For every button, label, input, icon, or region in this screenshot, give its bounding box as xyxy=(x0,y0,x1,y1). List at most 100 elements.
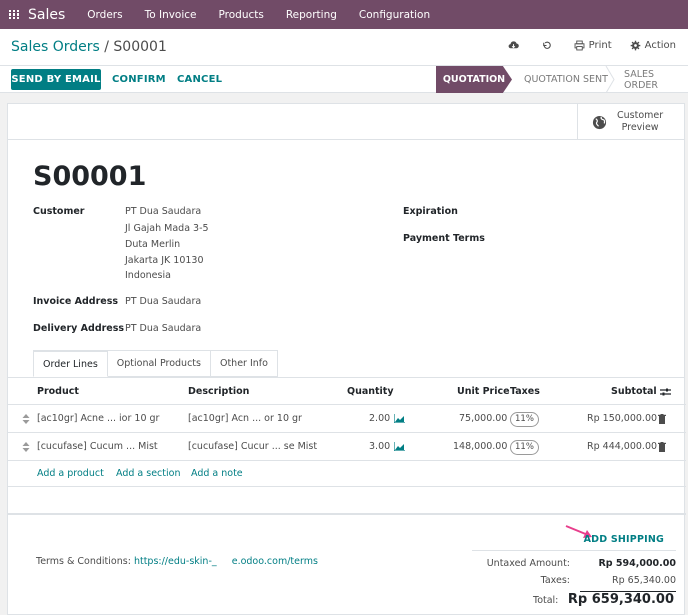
customer-line-2: Jl Gajah Mada 3-5 xyxy=(125,223,209,234)
invoice-address-field[interactable]: PT Dua Saudara xyxy=(125,296,201,307)
untaxed-amount-value: Rp 594,000.00 xyxy=(598,558,676,569)
tax-badge: 11% xyxy=(510,440,539,455)
row-tax[interactable]: 11% xyxy=(510,433,539,461)
row-description[interactable]: [ac10gr] Acn ... or 10 gr xyxy=(188,405,302,433)
breadcrumb-separator: / xyxy=(104,39,109,55)
taxes-label: Taxes: xyxy=(540,575,570,586)
forecast-chart-icon[interactable] xyxy=(393,405,405,433)
tab-order-lines[interactable]: Order Lines xyxy=(33,350,108,377)
delivery-address-field[interactable]: PT Dua Saudara xyxy=(125,323,201,334)
stage-quotation[interactable]: QUOTATION xyxy=(436,66,512,93)
row-quantity[interactable]: 3.00 xyxy=(369,433,390,461)
order-lines-header: Product Description Quantity Unit Price … xyxy=(8,378,686,405)
statusbar: SEND BY EMAIL CONFIRM CANCEL QUOTATION Q… xyxy=(0,66,688,93)
customer-preview-button[interactable]: Customer Preview xyxy=(577,104,684,140)
add-note-link[interactable]: Add a note xyxy=(191,460,243,487)
smart-button-box: Customer Preview xyxy=(8,104,684,140)
send-by-email-button[interactable]: SEND BY EMAIL xyxy=(11,69,101,90)
col-unit-price[interactable]: Unit Price xyxy=(457,378,510,405)
col-description[interactable]: Description xyxy=(188,378,249,405)
app-name[interactable]: Sales xyxy=(28,7,65,23)
untaxed-amount-row: Untaxed Amount: Rp 594,000.00 xyxy=(472,555,676,572)
customer-preview-line1: Customer xyxy=(617,110,664,121)
menu-configuration[interactable]: Configuration xyxy=(359,9,430,21)
table-row[interactable]: [ac10gr] Acne ... ior 10 gr [ac10gr] Acn… xyxy=(8,405,686,433)
column-settings-icon[interactable] xyxy=(660,378,671,405)
row-subtotal: Rp 150,000.00 xyxy=(587,413,658,424)
customer-preview-line2: Preview xyxy=(621,122,659,133)
tax-badge: 11% xyxy=(510,412,539,427)
trash-icon[interactable] xyxy=(658,405,666,433)
menu-products[interactable]: Products xyxy=(219,9,264,21)
add-section-link[interactable]: Add a section xyxy=(116,460,180,487)
row-quantity[interactable]: 2.00 xyxy=(369,405,390,433)
payment-terms-label: Payment Terms xyxy=(403,233,485,244)
action-label: Action xyxy=(644,40,676,51)
taxes-row: Taxes: Rp 65,340.00 xyxy=(472,572,676,589)
table-row[interactable]: [cucufase] Cucum ... Mist [cucufase] Cuc… xyxy=(8,433,686,461)
terms-label: Terms & Conditions: xyxy=(36,556,131,567)
tab-optional-products[interactable]: Optional Products xyxy=(107,350,211,377)
empty-row xyxy=(8,487,686,514)
customer-line-1[interactable]: PT Dua Saudara xyxy=(125,206,201,217)
col-quantity[interactable]: Quantity xyxy=(347,378,394,405)
menu-orders[interactable]: Orders xyxy=(87,9,122,21)
action-button[interactable]: Action xyxy=(630,40,676,51)
row-unit-price[interactable]: 75,000.00 xyxy=(459,405,507,433)
stage-sales-order[interactable]: SALES ORDER xyxy=(624,66,688,93)
menu-reporting[interactable]: Reporting xyxy=(286,9,337,21)
breadcrumb: Sales Orders / S00001 xyxy=(11,39,167,55)
row-product[interactable]: [ac10gr] Acne ... ior 10 gr xyxy=(37,405,159,433)
delivery-address-label: Delivery Address xyxy=(33,323,125,334)
add-product-link[interactable]: Add a product xyxy=(37,460,104,487)
col-taxes[interactable]: Taxes xyxy=(510,378,540,405)
control-panel-actions: Print Action xyxy=(490,40,676,51)
invoice-address-label: Invoice Address xyxy=(33,296,119,307)
form-sheet: Customer Preview S00001 Customer PT Dua … xyxy=(7,103,686,615)
row-product[interactable]: [cucufase] Cucum ... Mist xyxy=(37,433,158,461)
add-shipping-button[interactable]: ADD SHIPPING xyxy=(584,534,664,545)
stage-separator-icon xyxy=(605,66,615,93)
stage-quotation-sent[interactable]: QUOTATION SENT xyxy=(524,66,608,93)
confirm-button[interactable]: CONFIRM xyxy=(112,69,166,90)
terms-link[interactable]: https://edu-skin-_ e.odoo.com/terms xyxy=(134,556,318,567)
total-value: Rp 659,340.00 xyxy=(567,592,674,607)
terms-and-conditions: Terms & Conditions: https://edu-skin-_ e… xyxy=(36,556,318,567)
customer-line-3: Duta Merlin xyxy=(125,239,181,250)
total-label: Total: xyxy=(533,595,559,606)
trash-icon[interactable] xyxy=(658,433,666,461)
row-description[interactable]: [cucufase] Cucur ... se Mist xyxy=(188,433,317,461)
expiration-label: Expiration xyxy=(403,206,458,217)
app-menu-grid-icon[interactable] xyxy=(9,9,19,20)
taxes-value: Rp 65,340.00 xyxy=(612,575,676,586)
print-button[interactable]: Print xyxy=(574,40,612,51)
row-subtotal: Rp 444,000.00 xyxy=(587,441,658,452)
breadcrumb-sales-orders[interactable]: Sales Orders xyxy=(11,39,100,55)
row-tax[interactable]: 11% xyxy=(510,405,539,433)
record-title: S00001 xyxy=(33,161,147,192)
drag-handle-icon[interactable] xyxy=(22,405,30,433)
gear-icon xyxy=(630,40,640,51)
add-line-row: Add a product Add a section Add a note xyxy=(8,460,686,487)
top-navbar: Sales Orders To Invoice Products Reporti… xyxy=(0,0,688,29)
forecast-chart-icon[interactable] xyxy=(393,433,405,461)
notebook-tabs: Order Lines Optional Products Other Info xyxy=(33,350,278,377)
discard-undo-icon[interactable] xyxy=(541,40,556,51)
col-product[interactable]: Product xyxy=(37,378,79,405)
menu-to-invoice[interactable]: To Invoice xyxy=(145,9,197,21)
drag-handle-icon[interactable] xyxy=(22,433,30,461)
cancel-button[interactable]: CANCEL xyxy=(177,69,222,90)
breadcrumb-current: S00001 xyxy=(113,39,167,55)
untaxed-amount-label: Untaxed Amount: xyxy=(486,558,570,569)
customer-label: Customer xyxy=(33,206,85,217)
row-unit-price[interactable]: 148,000.00 xyxy=(453,433,507,461)
control-panel: Sales Orders / S00001 Print Action xyxy=(0,29,688,66)
print-icon xyxy=(574,40,585,51)
tab-other-info[interactable]: Other Info xyxy=(210,350,278,377)
save-cloud-icon[interactable] xyxy=(508,40,523,51)
customer-line-5: Indonesia xyxy=(125,270,171,281)
col-subtotal[interactable]: Subtotal xyxy=(611,378,657,405)
print-label: Print xyxy=(588,40,612,51)
customer-line-4: Jakarta JK 10130 xyxy=(125,255,204,266)
section-divider xyxy=(8,514,686,515)
